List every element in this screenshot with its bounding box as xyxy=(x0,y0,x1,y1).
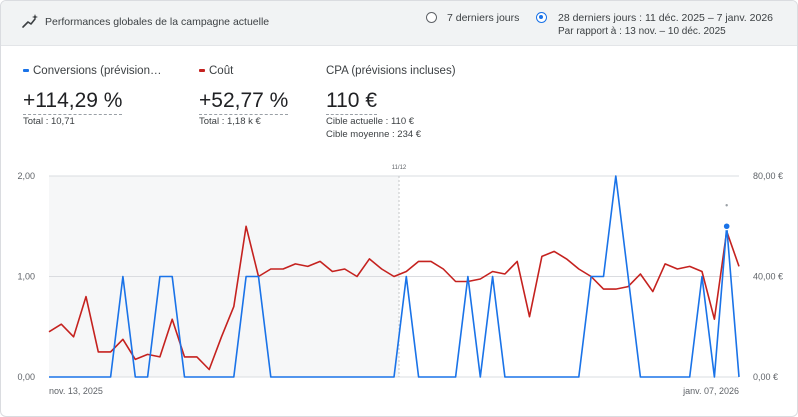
right-axis-tick-label: 0,00 € xyxy=(753,372,778,382)
comparison-boundary-label: 11/12 xyxy=(392,165,407,171)
left-axis-tick-label: 1,00 xyxy=(17,272,35,282)
left-axis-tick-label: 2,00 xyxy=(17,171,35,181)
performance-line-chart: 0,00 1,00 2,00 0,00 € 40,00 € 80,00 € 11/12 nov… xyxy=(17,165,783,396)
right-axis-tick-label: 40,00 € xyxy=(753,272,783,282)
annotation-dot xyxy=(725,204,728,207)
x-axis-label-end: janv. 07, 2026 xyxy=(682,386,739,396)
x-axis-label-start: nov. 13, 2025 xyxy=(49,386,103,396)
highlight-point xyxy=(723,223,730,230)
left-axis-tick-label: 0,00 xyxy=(17,372,35,382)
campaign-performance-card: Performances globales de la campagne act… xyxy=(0,0,798,417)
right-axis-tick-label: 80,00 € xyxy=(753,171,783,181)
